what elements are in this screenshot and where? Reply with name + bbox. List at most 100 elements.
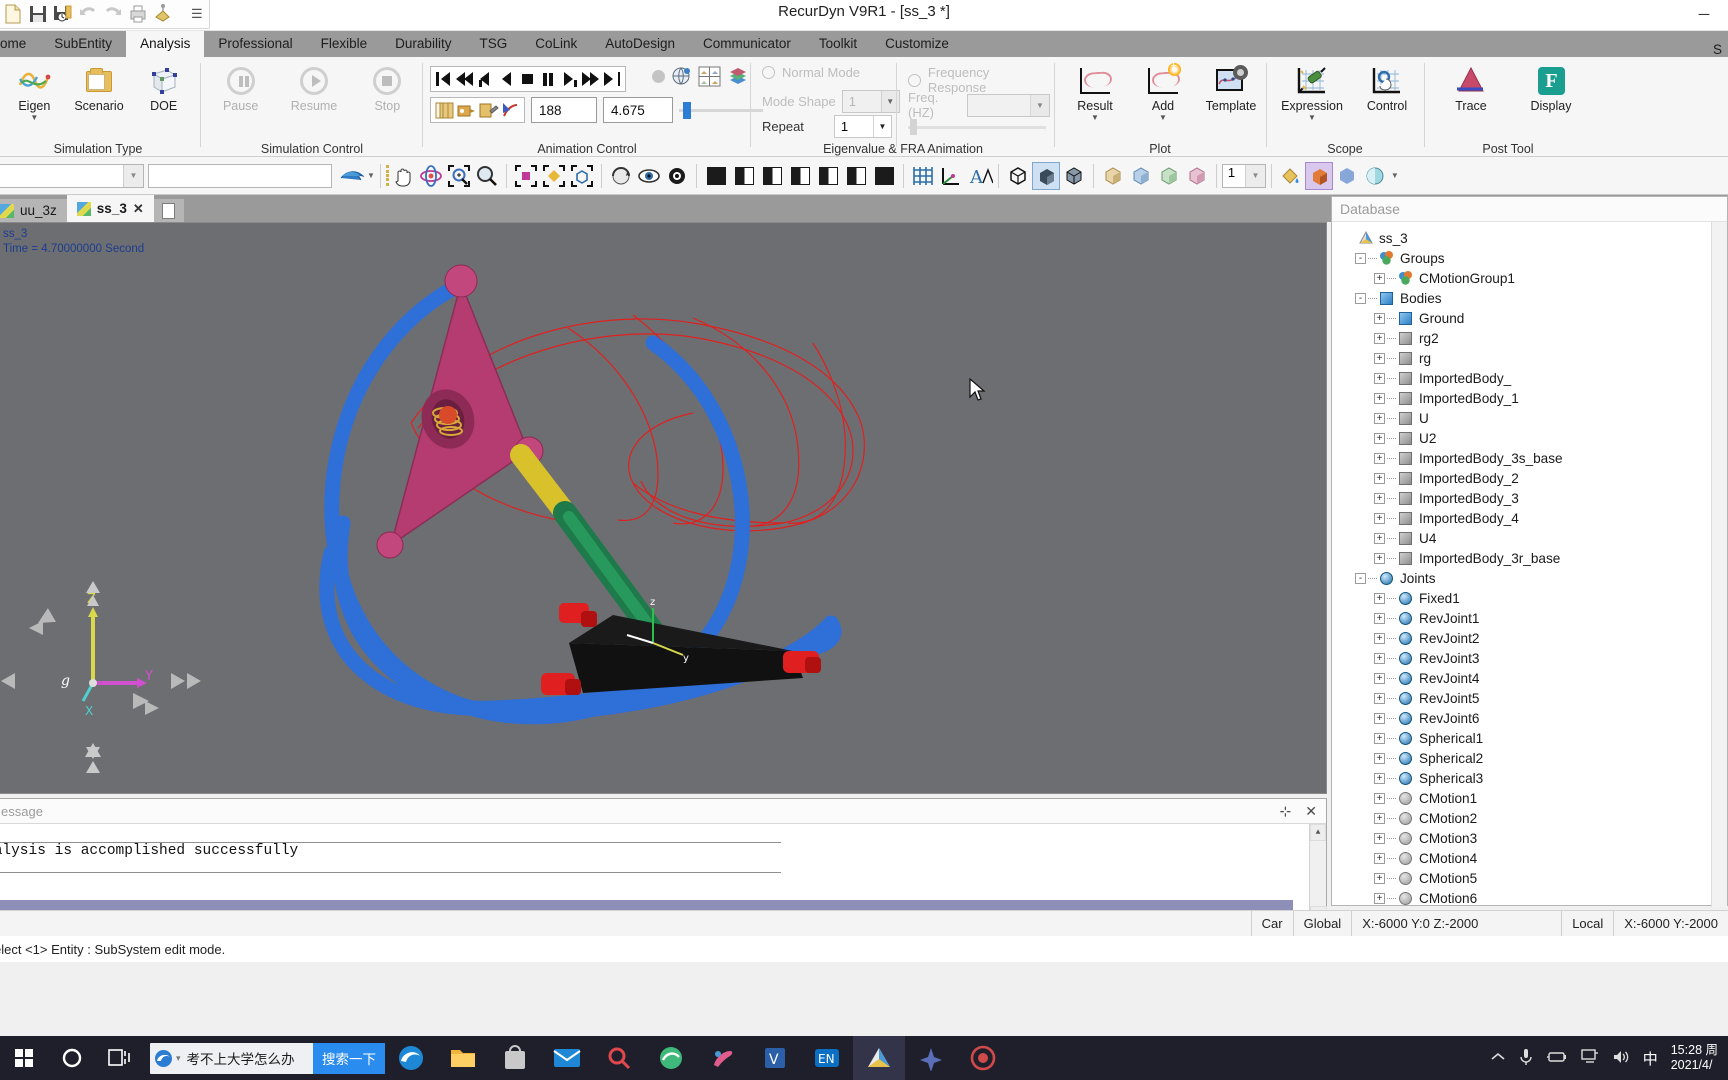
tree-item-fixed1[interactable]: + Fixed1 [1336,588,1727,608]
frame-number-input[interactable]: 188 [531,97,597,123]
step-back-icon[interactable] [476,69,496,89]
view-bottom-icon[interactable] [842,162,870,190]
expand-icon[interactable]: + [1374,492,1385,504]
bounding-box-icon[interactable] [568,162,596,190]
view-back-icon[interactable] [730,162,758,190]
chevron-down-icon[interactable]: ▼ [872,116,891,137]
last-frame-icon[interactable] [602,69,622,89]
eye-icon[interactable] [635,162,663,190]
tree-item-revjoint5[interactable]: + RevJoint5 [1336,688,1727,708]
text-icon[interactable]: A [965,162,994,190]
expand-icon[interactable]: + [1374,532,1385,544]
tree-item-revjoint6[interactable]: + RevJoint6 [1336,708,1727,728]
taskbar-app-store[interactable] [489,1036,541,1080]
render3-icon[interactable] [1155,162,1183,190]
expand-icon[interactable]: + [1374,412,1385,424]
view-top-icon[interactable] [814,162,842,190]
expand-icon[interactable]: + [1374,432,1385,444]
tree-item-importedbody-4[interactable]: + ImportedBody_4 [1336,508,1727,528]
expand-icon[interactable]: + [1374,772,1385,784]
tree-item-ss-3[interactable]: ss_3 [1336,228,1727,248]
tree-item-cmotion1[interactable]: + CMotion1 [1336,788,1727,808]
taskbar-search-box[interactable]: ▾ 考不上大学怎么办 搜索一下 [150,1042,385,1074]
tree-item-cmotion6[interactable]: + CMotion6 [1336,888,1727,908]
level-value[interactable]: 1 [1223,165,1245,187]
animation-control-icon[interactable] [500,100,521,121]
tree-item-cmotion2[interactable]: + CMotion2 [1336,808,1727,828]
shaded-edges-icon[interactable] [1060,162,1088,190]
ime-indicator[interactable]: 中 [1643,1048,1658,1069]
freq-slider[interactable] [908,117,1046,135]
zoom-icon[interactable] [473,162,501,190]
apply-filter-icon[interactable] [338,162,366,190]
chevron-down-icon[interactable]: ▼ [1308,114,1316,122]
search-text[interactable]: 考不上大学怎么办 [181,1048,313,1068]
expand-icon[interactable]: + [1374,392,1385,404]
wireframe-icon[interactable] [1004,162,1032,190]
microphone-icon[interactable] [1519,1048,1533,1069]
zoom-window-icon[interactable] [445,162,473,190]
ribbon-tab-toolkit[interactable]: Toolkit [805,31,871,57]
tree-item-cmotion4[interactable]: + CMotion4 [1336,848,1727,868]
tree-item-ground[interactable]: + Ground [1336,308,1727,328]
close-icon[interactable]: ✕ [1305,803,1317,820]
taskbar-app-mail[interactable] [541,1036,593,1080]
tree-item-revjoint3[interactable]: + RevJoint3 [1336,648,1727,668]
shaded-icon[interactable] [1031,161,1060,190]
add-plot-button[interactable]: Add ▼ [1132,60,1194,122]
rewind-icon[interactable] [455,69,475,89]
taskbar-ime-en[interactable]: EN [801,1036,853,1080]
tree-item-importedbody-2[interactable]: + ImportedBody_2 [1336,468,1727,488]
collapse-icon[interactable]: - [1355,572,1366,584]
stop-icon[interactable] [518,69,538,89]
expand-icon[interactable]: + [1374,512,1385,524]
ribbon-tab-tsg[interactable]: TSG [465,31,521,57]
chevron-down-icon[interactable]: ▼ [1030,94,1049,116]
mode-shape-spinner[interactable]: 1 ▼ [841,90,900,113]
ribbon-tab-autodesign[interactable]: AutoDesign [591,31,689,57]
chevron-down-icon[interactable]: ▼ [367,171,375,180]
chevron-down-icon[interactable]: ▼ [1244,164,1265,187]
tree-item-rg2[interactable]: + rg2 [1336,328,1727,348]
ribbon-tab-communicator[interactable]: Communicator [689,31,805,57]
tree-item-u2[interactable]: + U2 [1336,428,1727,448]
taskbar-app-browser[interactable] [645,1036,697,1080]
view-iso-icon[interactable] [870,162,898,190]
database-scrollbar[interactable] [1711,222,1727,907]
zoom-all-icon[interactable] [540,162,568,190]
taskbar-app-recurdyn[interactable] [853,1036,905,1080]
ribbon-tab-ome[interactable]: ome [0,31,40,57]
render2-icon[interactable] [1127,162,1155,190]
expand-icon[interactable]: + [1374,272,1385,284]
expand-icon[interactable]: + [1374,892,1385,904]
layer-stack-icon[interactable] [727,66,750,87]
mode-shape-value[interactable]: 1 [843,91,881,112]
chevron-down-icon[interactable]: ▼ [123,164,143,187]
result-button[interactable]: Result ▼ [1064,61,1126,122]
fast-forward-icon[interactable] [581,69,601,89]
tree-item-u4[interactable]: + U4 [1336,528,1727,548]
message-scrollbar[interactable]: ▲ ▼ [1309,824,1327,923]
taskbar-app-search[interactable] [593,1036,645,1080]
expand-icon[interactable]: + [1374,612,1385,624]
pin-icon[interactable]: ⊹ [1280,803,1292,820]
stop-button[interactable]: Stop [357,61,418,113]
windows-start-icon[interactable] [0,1036,48,1080]
pan-icon[interactable] [389,162,417,190]
tree-item-importedbody-3[interactable]: + ImportedBody_3 [1336,488,1727,508]
grid-icon[interactable] [909,162,937,190]
entity-filter-value[interactable] [0,165,123,187]
view-left-icon[interactable] [758,162,786,190]
render4-icon[interactable] [1183,162,1211,190]
tree-item-cmotiongroup1[interactable]: + CMotionGroup1 [1336,268,1727,288]
transparency-icon[interactable] [1333,162,1361,190]
tree-item-spherical1[interactable]: + Spherical1 [1336,728,1727,748]
view-right-icon[interactable] [786,162,814,190]
scenario-button[interactable]: Scenario [67,61,132,113]
animation-globe-icon[interactable] [671,66,692,87]
minimize-button[interactable]: ─ [1680,0,1728,29]
tree-item-groups[interactable]: - Groups [1336,248,1727,268]
taskbar-app-edge[interactable] [385,1036,437,1080]
expand-icon[interactable]: + [1374,852,1385,864]
level-combo[interactable]: 1 ▼ [1221,163,1266,188]
